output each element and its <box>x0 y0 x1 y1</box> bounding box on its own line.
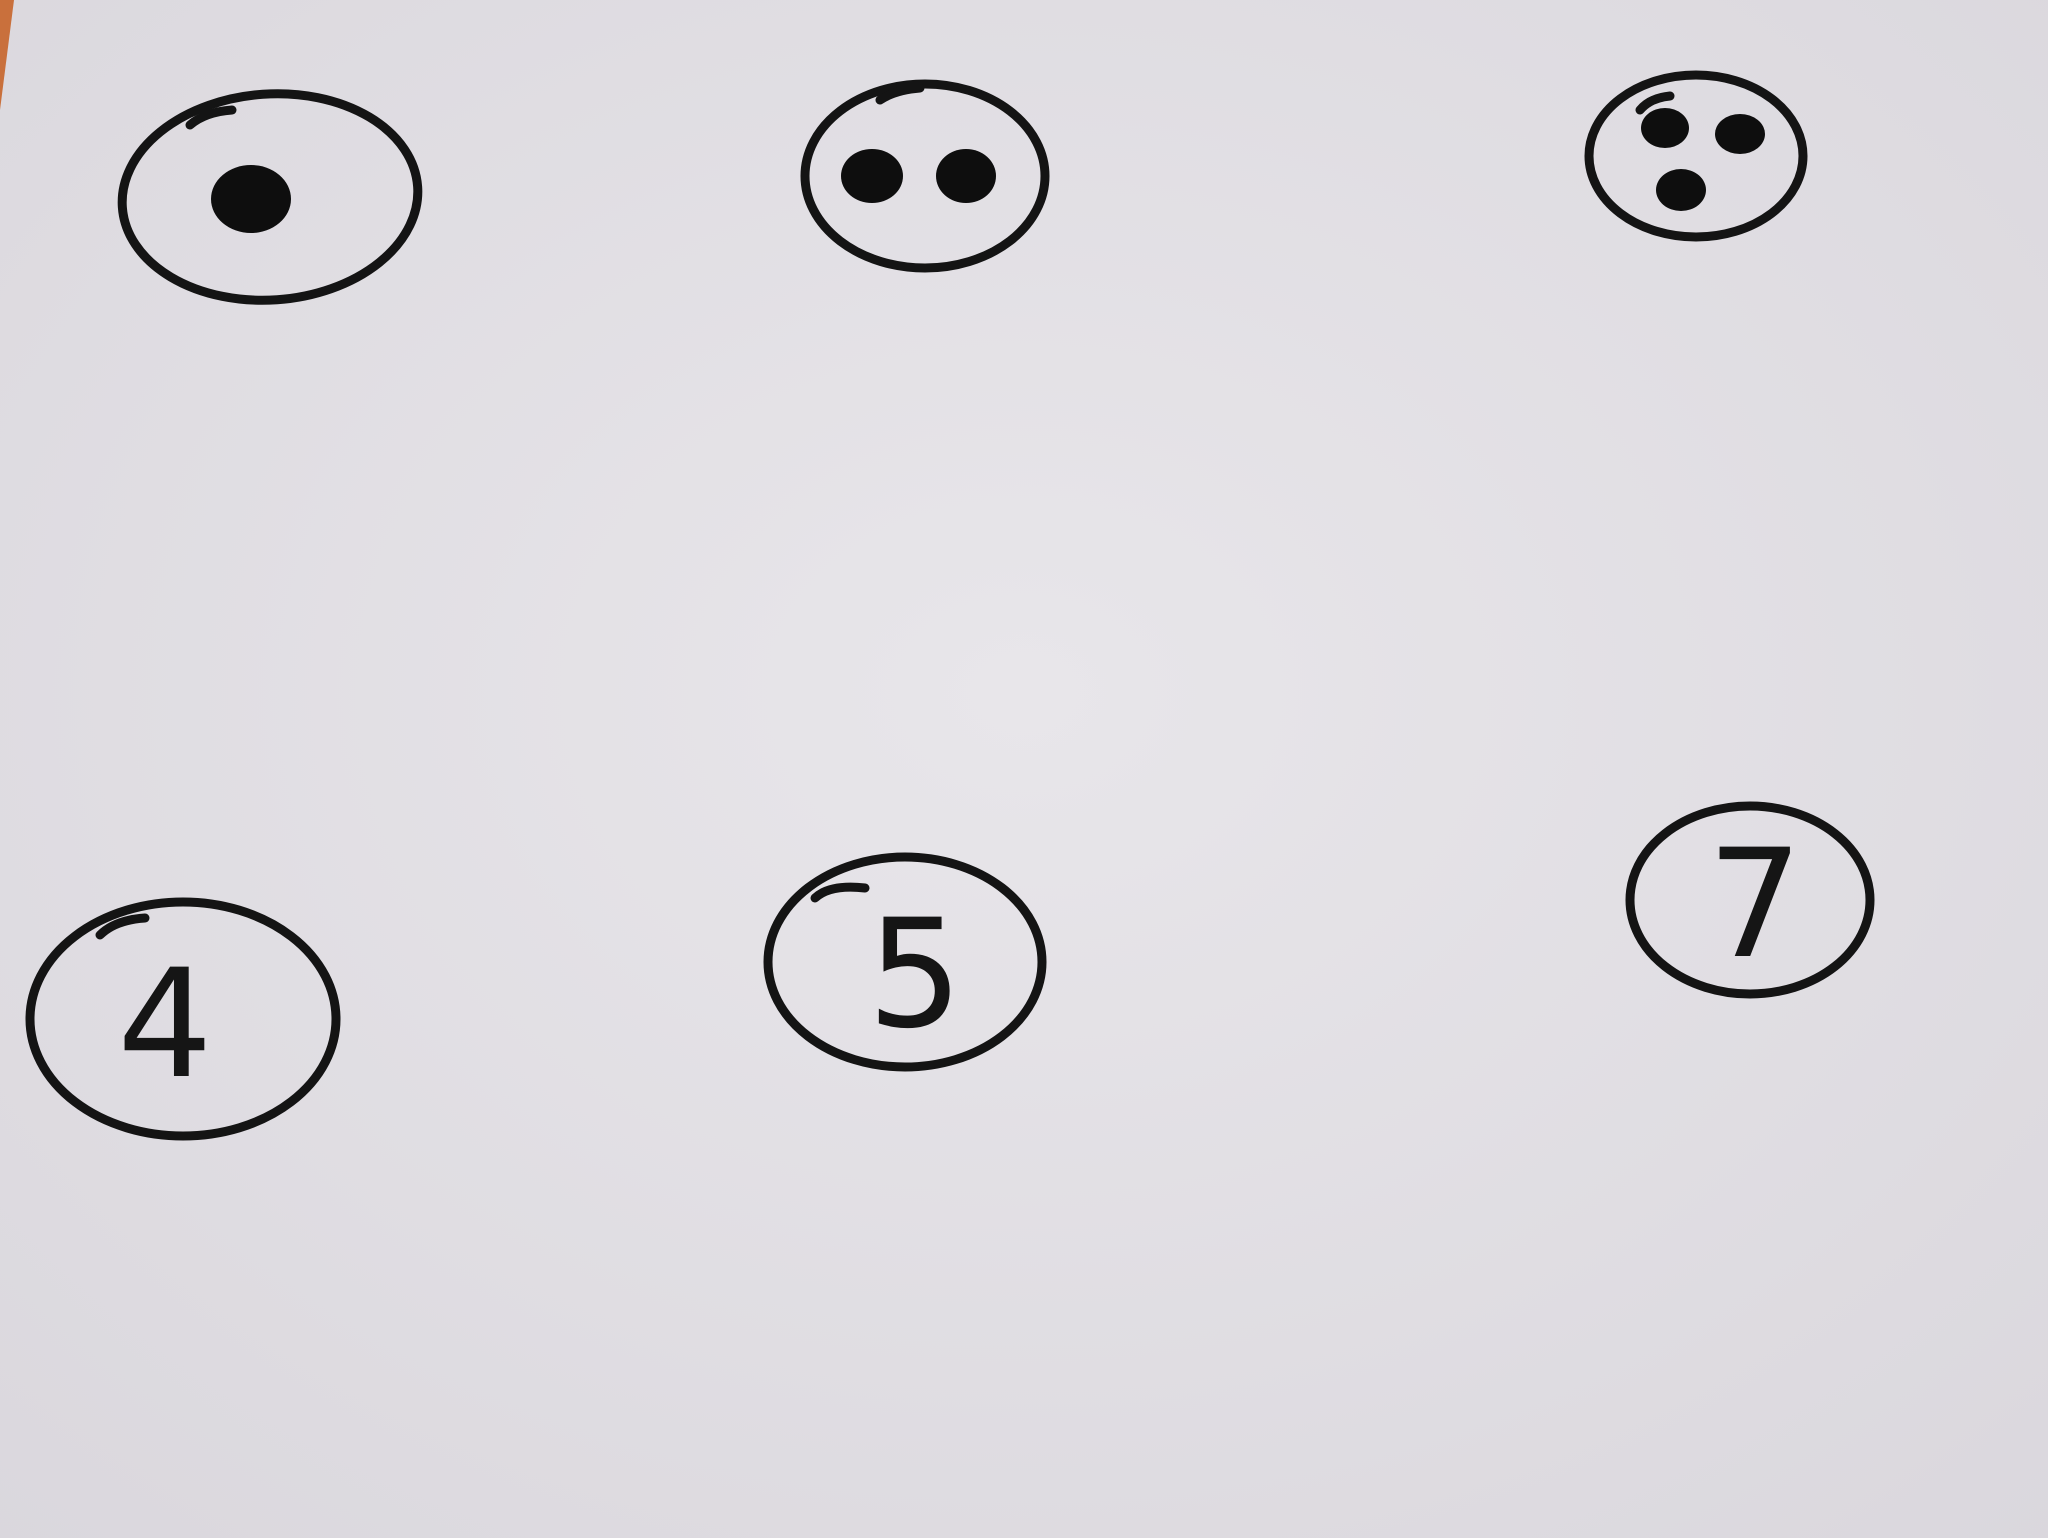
number-label: 5 <box>867 888 962 1062</box>
dot <box>841 149 903 203</box>
number-label: 4 <box>117 938 212 1112</box>
dot <box>211 165 291 233</box>
dot <box>1715 114 1765 154</box>
dot <box>1641 108 1689 148</box>
paper-drawing: 4 5 7 <box>0 0 2048 1538</box>
number-label: 7 <box>1707 818 1802 992</box>
dot <box>936 149 996 203</box>
dot <box>1656 169 1706 211</box>
